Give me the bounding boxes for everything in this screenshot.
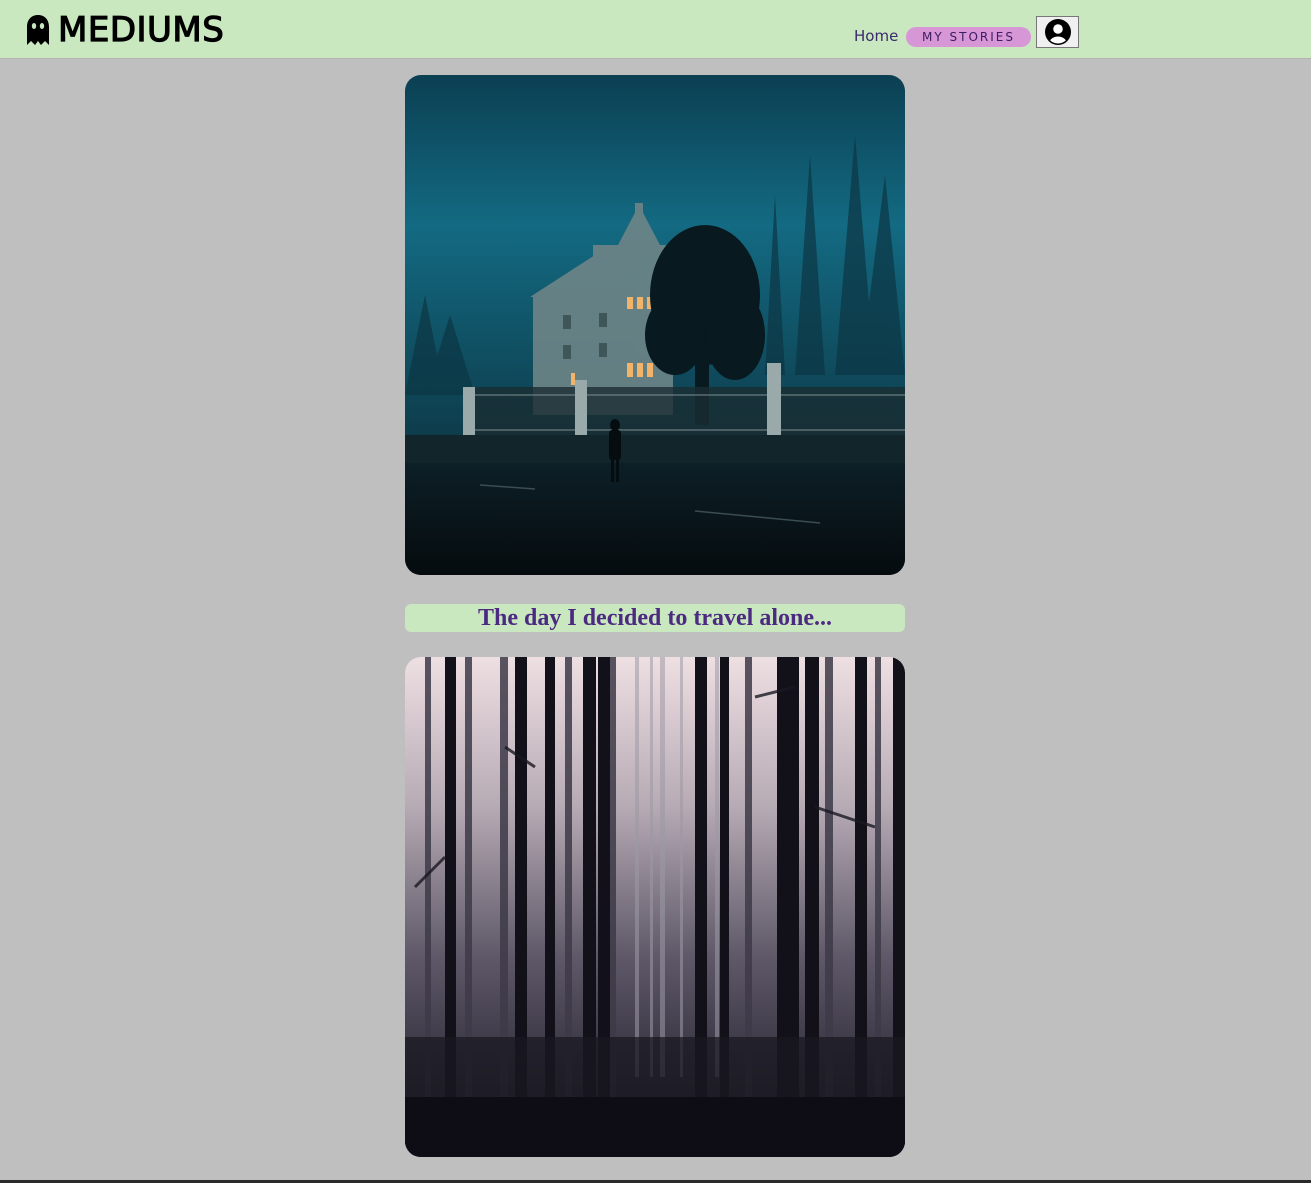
nav-my-stories-button[interactable]: MY STORIES [906,27,1031,47]
haunted-house-image [405,75,905,575]
brand-logo[interactable]: MEDIUMS [26,9,225,51]
navbar: MEDIUMS Home MY STORIES [0,0,1311,59]
user-circle-icon [1044,19,1071,45]
story-image-dark-forest[interactable] [405,657,905,1157]
foggy-forest-image [405,657,905,1157]
story-title[interactable]: The day I decided to travel alone... [478,605,832,631]
profile-button[interactable] [1036,16,1079,48]
brand-name: MEDIUMS [57,9,225,50]
ghost-icon [27,15,49,45]
story-image-haunted-house[interactable] [405,75,905,575]
story-title-bar[interactable]: The day I decided to travel alone... [405,604,905,632]
nav-home-link[interactable]: Home [854,26,898,46]
